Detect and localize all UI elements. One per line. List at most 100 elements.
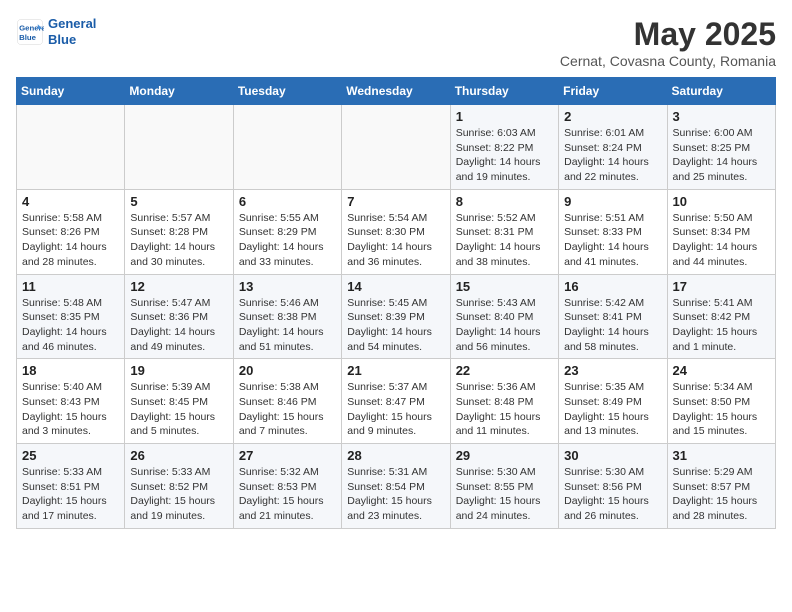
day-info: Sunrise: 5:55 AM Sunset: 8:29 PM Dayligh… <box>239 211 336 270</box>
day-info: Sunrise: 5:58 AM Sunset: 8:26 PM Dayligh… <box>22 211 119 270</box>
week-row-5: 25 Sunrise: 5:33 AM Sunset: 8:51 PM Dayli… <box>17 444 776 529</box>
day-info: Sunrise: 5:43 AM Sunset: 8:40 PM Dayligh… <box>456 296 553 355</box>
week-row-3: 11Sunrise: 5:48 AM Sunset: 8:35 PM Dayli… <box>17 274 776 359</box>
day-cell: 23 Sunrise: 5:35 AM Sunset: 8:49 PM Dayli… <box>559 359 667 444</box>
day-cell: 25 Sunrise: 5:33 AM Sunset: 8:51 PM Dayli… <box>17 444 125 529</box>
day-cell: 5 Sunrise: 5:57 AM Sunset: 8:28 PM Daylig… <box>125 189 233 274</box>
day-number: 5 <box>130 194 227 209</box>
weekday-header-row: SundayMondayTuesdayWednesdayThursdayFrid… <box>17 78 776 105</box>
day-info: Sunrise: 5:29 AM Sunset: 8:57 PM Dayligh… <box>673 465 770 524</box>
day-number: 27 <box>239 448 336 463</box>
day-info: Sunrise: 5:41 AM Sunset: 8:42 PM Dayligh… <box>673 296 770 355</box>
day-cell: 16Sunrise: 5:42 AM Sunset: 8:41 PM Dayli… <box>559 274 667 359</box>
day-cell: 9Sunrise: 5:51 AM Sunset: 8:33 PM Daylig… <box>559 189 667 274</box>
title-block: May 2025 Cernat, Covasna County, Romania <box>560 16 776 69</box>
logo-icon: General Blue <box>16 18 44 46</box>
day-number: 4 <box>22 194 119 209</box>
day-cell: 14 Sunrise: 5:45 AM Sunset: 8:39 PM Dayli… <box>342 274 450 359</box>
day-number: 19 <box>130 363 227 378</box>
day-number: 31 <box>673 448 770 463</box>
day-info: Sunrise: 5:47 AM Sunset: 8:36 PM Dayligh… <box>130 296 227 355</box>
day-cell <box>342 105 450 190</box>
day-info: Sunrise: 5:48 AM Sunset: 8:35 PM Dayligh… <box>22 296 119 355</box>
month-title: May 2025 <box>560 16 776 53</box>
day-info: Sunrise: 5:30 AM Sunset: 8:55 PM Dayligh… <box>456 465 553 524</box>
day-info: Sunrise: 5:52 AM Sunset: 8:31 PM Dayligh… <box>456 211 553 270</box>
day-cell: 1Sunrise: 6:03 AM Sunset: 8:22 PM Daylig… <box>450 105 558 190</box>
svg-text:Blue: Blue <box>19 32 37 41</box>
week-row-4: 18Sunrise: 5:40 AM Sunset: 8:43 PM Dayli… <box>17 359 776 444</box>
day-number: 13 <box>239 279 336 294</box>
weekday-header-tuesday: Tuesday <box>233 78 341 105</box>
day-number: 10 <box>673 194 770 209</box>
weekday-header-sunday: Sunday <box>17 78 125 105</box>
day-info: Sunrise: 5:40 AM Sunset: 8:43 PM Dayligh… <box>22 380 119 439</box>
week-row-1: 1Sunrise: 6:03 AM Sunset: 8:22 PM Daylig… <box>17 105 776 190</box>
weekday-header-friday: Friday <box>559 78 667 105</box>
week-row-2: 4 Sunrise: 5:58 AM Sunset: 8:26 PM Daylig… <box>17 189 776 274</box>
day-cell: 30Sunrise: 5:30 AM Sunset: 8:56 PM Dayli… <box>559 444 667 529</box>
day-number: 3 <box>673 109 770 124</box>
day-info: Sunrise: 5:45 AM Sunset: 8:39 PM Dayligh… <box>347 296 444 355</box>
day-info: Sunrise: 5:50 AM Sunset: 8:34 PM Dayligh… <box>673 211 770 270</box>
day-cell: 15 Sunrise: 5:43 AM Sunset: 8:40 PM Dayli… <box>450 274 558 359</box>
day-info: Sunrise: 6:00 AM Sunset: 8:25 PM Dayligh… <box>673 126 770 185</box>
weekday-header-saturday: Saturday <box>667 78 775 105</box>
day-cell: 31 Sunrise: 5:29 AM Sunset: 8:57 PM Dayli… <box>667 444 775 529</box>
day-number: 21 <box>347 363 444 378</box>
day-number: 8 <box>456 194 553 209</box>
day-number: 20 <box>239 363 336 378</box>
day-info: Sunrise: 5:46 AM Sunset: 8:38 PM Dayligh… <box>239 296 336 355</box>
logo-line2: Blue <box>48 32 76 47</box>
weekday-header-thursday: Thursday <box>450 78 558 105</box>
weekday-header-monday: Monday <box>125 78 233 105</box>
day-info: Sunrise: 5:57 AM Sunset: 8:28 PM Dayligh… <box>130 211 227 270</box>
day-info: Sunrise: 5:32 AM Sunset: 8:53 PM Dayligh… <box>239 465 336 524</box>
day-cell <box>125 105 233 190</box>
logo-line1: General <box>48 16 96 31</box>
day-number: 9 <box>564 194 661 209</box>
day-number: 25 <box>22 448 119 463</box>
day-number: 23 <box>564 363 661 378</box>
day-cell: 29Sunrise: 5:30 AM Sunset: 8:55 PM Dayli… <box>450 444 558 529</box>
day-cell: 13 Sunrise: 5:46 AM Sunset: 8:38 PM Dayli… <box>233 274 341 359</box>
day-cell: 27 Sunrise: 5:32 AM Sunset: 8:53 PM Dayli… <box>233 444 341 529</box>
day-cell: 28Sunrise: 5:31 AM Sunset: 8:54 PM Dayli… <box>342 444 450 529</box>
day-number: 17 <box>673 279 770 294</box>
calendar-table: SundayMondayTuesdayWednesdayThursdayFrid… <box>16 77 776 529</box>
day-cell: 12 Sunrise: 5:47 AM Sunset: 8:36 PM Dayli… <box>125 274 233 359</box>
day-cell: 3 Sunrise: 6:00 AM Sunset: 8:25 PM Daylig… <box>667 105 775 190</box>
day-cell: 7 Sunrise: 5:54 AM Sunset: 8:30 PM Daylig… <box>342 189 450 274</box>
day-info: Sunrise: 5:54 AM Sunset: 8:30 PM Dayligh… <box>347 211 444 270</box>
day-info: Sunrise: 5:42 AM Sunset: 8:41 PM Dayligh… <box>564 296 661 355</box>
day-info: Sunrise: 5:33 AM Sunset: 8:52 PM Dayligh… <box>130 465 227 524</box>
day-cell <box>17 105 125 190</box>
logo-text: General Blue <box>48 16 96 47</box>
day-number: 24 <box>673 363 770 378</box>
day-cell: 21Sunrise: 5:37 AM Sunset: 8:47 PM Dayli… <box>342 359 450 444</box>
day-cell: 26 Sunrise: 5:33 AM Sunset: 8:52 PM Dayli… <box>125 444 233 529</box>
day-number: 14 <box>347 279 444 294</box>
day-cell: 20 Sunrise: 5:38 AM Sunset: 8:46 PM Dayli… <box>233 359 341 444</box>
weekday-header-wednesday: Wednesday <box>342 78 450 105</box>
day-info: Sunrise: 5:33 AM Sunset: 8:51 PM Dayligh… <box>22 465 119 524</box>
day-number: 26 <box>130 448 227 463</box>
day-cell: 6Sunrise: 5:55 AM Sunset: 8:29 PM Daylig… <box>233 189 341 274</box>
day-number: 22 <box>456 363 553 378</box>
day-number: 28 <box>347 448 444 463</box>
day-cell: 8 Sunrise: 5:52 AM Sunset: 8:31 PM Daylig… <box>450 189 558 274</box>
day-info: Sunrise: 5:35 AM Sunset: 8:49 PM Dayligh… <box>564 380 661 439</box>
day-cell: 4 Sunrise: 5:58 AM Sunset: 8:26 PM Daylig… <box>17 189 125 274</box>
day-cell: 10 Sunrise: 5:50 AM Sunset: 8:34 PM Dayli… <box>667 189 775 274</box>
day-number: 7 <box>347 194 444 209</box>
day-info: Sunrise: 6:01 AM Sunset: 8:24 PM Dayligh… <box>564 126 661 185</box>
day-cell <box>233 105 341 190</box>
location-subtitle: Cernat, Covasna County, Romania <box>560 53 776 69</box>
day-number: 2 <box>564 109 661 124</box>
day-info: Sunrise: 5:38 AM Sunset: 8:46 PM Dayligh… <box>239 380 336 439</box>
day-number: 15 <box>456 279 553 294</box>
day-number: 12 <box>130 279 227 294</box>
day-cell: 17 Sunrise: 5:41 AM Sunset: 8:42 PM Dayli… <box>667 274 775 359</box>
day-cell: 2 Sunrise: 6:01 AM Sunset: 8:24 PM Daylig… <box>559 105 667 190</box>
day-cell: 19Sunrise: 5:39 AM Sunset: 8:45 PM Dayli… <box>125 359 233 444</box>
